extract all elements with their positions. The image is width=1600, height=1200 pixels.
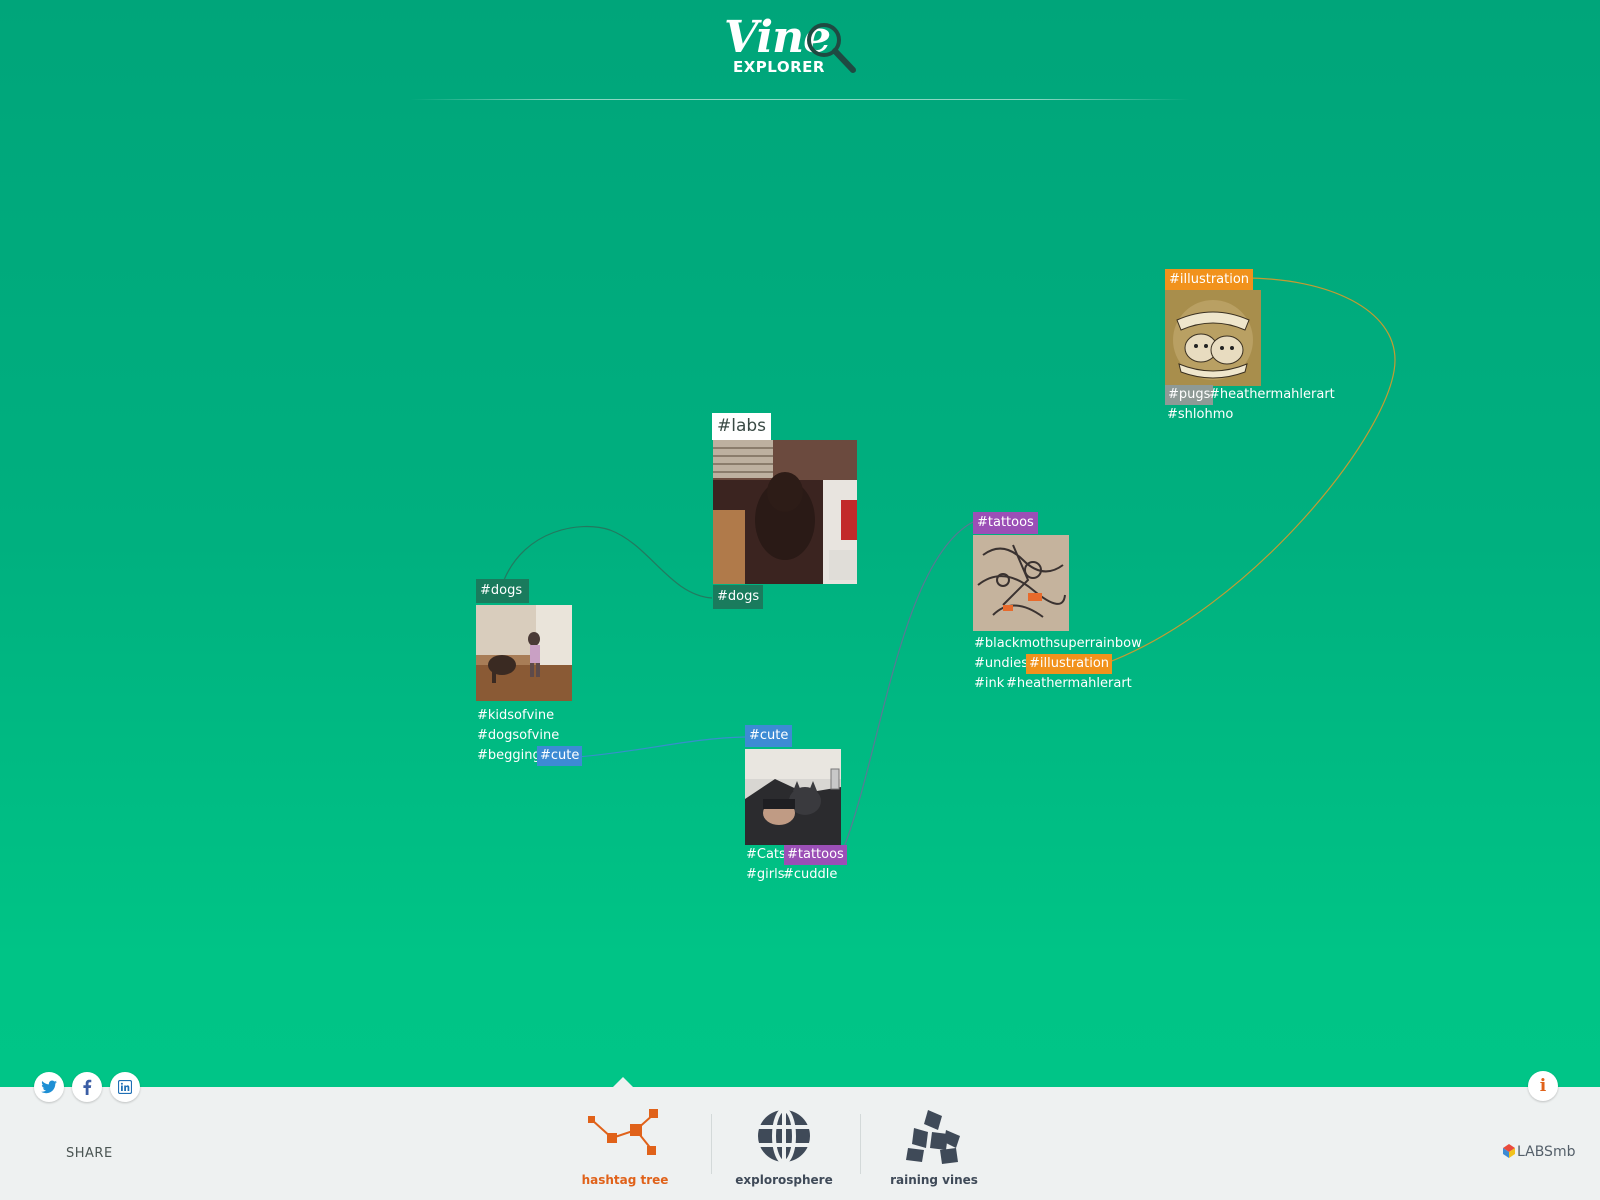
globe-icon bbox=[758, 1108, 810, 1164]
hashtag[interactable]: #heathermahlerart bbox=[1209, 385, 1335, 405]
vine-thumbnail-illustration[interactable] bbox=[1165, 290, 1261, 386]
nav-hashtag-tree[interactable]: hashtag tree bbox=[560, 1100, 690, 1190]
link-tattoos-tattoos bbox=[841, 521, 974, 853]
hashtag[interactable]: #heathermahlerart bbox=[1006, 674, 1132, 694]
hashtag[interactable]: #blackmothsuperrainbow bbox=[974, 634, 1142, 654]
vine-explorer-logo[interactable]: Vine EXPLORER bbox=[722, 12, 862, 84]
logo-sub: EXPLORER bbox=[733, 58, 825, 76]
linkedin-icon bbox=[118, 1080, 132, 1094]
hashtag[interactable]: #ink bbox=[974, 674, 1004, 694]
tag-cute-link[interactable]: #cute bbox=[537, 746, 583, 766]
active-nav-indicator bbox=[612, 1077, 634, 1088]
hashtag[interactable]: #cuddle bbox=[783, 865, 837, 885]
node-header-cute[interactable]: #cute bbox=[745, 725, 793, 747]
nav-divider bbox=[860, 1114, 861, 1174]
vine-thumbnail-dogs[interactable] bbox=[476, 605, 572, 701]
hashtag[interactable]: #pugs bbox=[1165, 385, 1214, 405]
hashtag-connections bbox=[503, 277, 1396, 853]
nav-label: explorosphere bbox=[735, 1173, 833, 1187]
nav-explorosphere[interactable]: explorosphere bbox=[719, 1100, 849, 1190]
hashtag[interactable]: #girls bbox=[746, 865, 785, 885]
vine-thumbnail-tattoos[interactable] bbox=[973, 535, 1069, 631]
root-hashtag-label[interactable]: #labs bbox=[712, 413, 772, 440]
info-button[interactable]: i bbox=[1528, 1071, 1558, 1101]
vine-thumbnail-cute[interactable] bbox=[745, 749, 841, 845]
linkedin-share-button[interactable] bbox=[110, 1072, 140, 1102]
cubes-icon bbox=[906, 1110, 960, 1164]
nav-label: hashtag tree bbox=[581, 1173, 669, 1187]
hashtag[interactable]: #kidsofvine bbox=[477, 706, 554, 726]
facebook-icon bbox=[83, 1079, 92, 1095]
twitter-share-button[interactable] bbox=[34, 1072, 64, 1102]
nav-label: raining vines bbox=[890, 1173, 978, 1187]
hashtag-tree-icon bbox=[588, 1109, 658, 1155]
hashtag[interactable]: #shlohmo bbox=[1167, 405, 1233, 425]
hashtag[interactable]: #Cats bbox=[746, 845, 786, 865]
node-header-dogs[interactable]: #dogs bbox=[476, 579, 529, 603]
hashtag[interactable]: #dogsofvine bbox=[477, 726, 559, 746]
link-dogs-labs bbox=[503, 525, 713, 599]
hashtag[interactable]: #begging bbox=[477, 746, 541, 766]
hashtag[interactable]: #undies bbox=[974, 654, 1028, 674]
tag-dogs-link[interactable]: #dogs bbox=[713, 585, 764, 609]
header-divider bbox=[410, 99, 1190, 100]
tag-illustration-link[interactable]: #illustration bbox=[1026, 654, 1113, 674]
nav-divider bbox=[711, 1114, 712, 1174]
share-label: SHARE bbox=[66, 1146, 113, 1161]
tag-tattoos-link[interactable]: #tattoos bbox=[784, 845, 847, 865]
labsmb-logo-icon bbox=[1503, 1144, 1515, 1158]
node-header-illustration[interactable]: #illustration bbox=[1165, 269, 1254, 290]
nav-raining-vines[interactable]: raining vines bbox=[869, 1100, 999, 1190]
facebook-share-button[interactable] bbox=[72, 1072, 102, 1102]
link-cute-cute bbox=[576, 736, 746, 758]
vine-thumbnail-labs[interactable] bbox=[713, 440, 857, 584]
node-header-tattoos[interactable]: #tattoos bbox=[973, 512, 1038, 534]
twitter-icon bbox=[41, 1080, 57, 1094]
brand-logo[interactable]: LABSmb bbox=[1503, 1144, 1575, 1160]
brand-name: LABSmb bbox=[1517, 1144, 1576, 1160]
